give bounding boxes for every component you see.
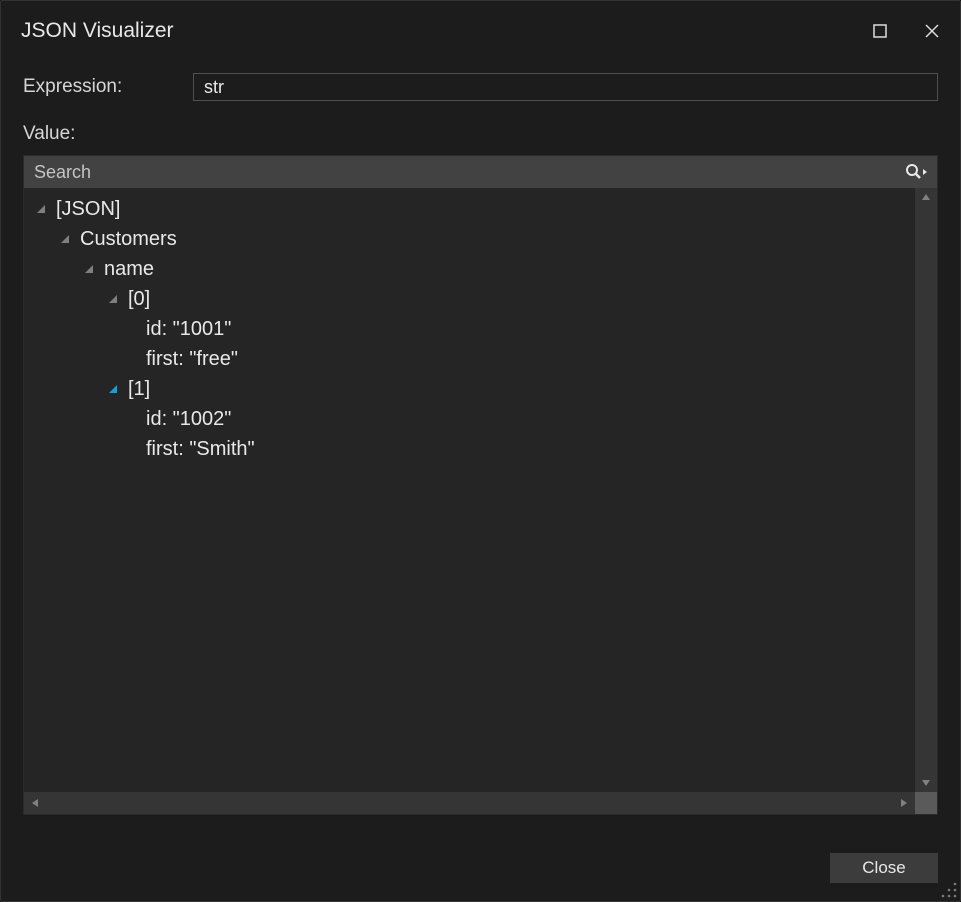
tree-node-root[interactable]: [JSON]	[34, 194, 915, 224]
tree-leaf[interactable]: id: "1001"	[34, 314, 915, 344]
window-controls	[868, 19, 944, 43]
close-window-button[interactable]	[920, 19, 944, 43]
search-button[interactable]	[897, 156, 937, 188]
vertical-scrollbar[interactable]	[915, 188, 937, 792]
bottom-scroll-row	[24, 792, 937, 814]
tree-leaf[interactable]: id: "1002"	[34, 404, 915, 434]
tree-leaf-label: id: "1001"	[146, 318, 231, 341]
expand-toggle[interactable]	[82, 262, 96, 276]
tree-node-label: Customers	[80, 228, 177, 251]
scroll-down-button[interactable]	[915, 774, 937, 792]
scroll-up-button[interactable]	[915, 188, 937, 206]
tree-leaf-label: first: "free"	[146, 348, 238, 371]
title-bar: JSON Visualizer	[1, 1, 960, 61]
resize-grip[interactable]	[940, 881, 958, 899]
expression-row: Expression:	[23, 73, 938, 101]
content-area: Expression: Value: [	[1, 61, 960, 835]
value-panel: [JSON] Customers name [0]	[23, 155, 938, 815]
tree-node-customers[interactable]: Customers	[34, 224, 915, 254]
expression-input[interactable]	[193, 73, 938, 101]
tree-leaf[interactable]: first: "Smith"	[34, 434, 915, 464]
value-label: Value:	[23, 123, 938, 145]
close-button[interactable]: Close	[830, 853, 938, 883]
footer: Close	[1, 835, 960, 901]
scroll-left-button[interactable]	[24, 792, 46, 814]
tree-node-index-0[interactable]: [0]	[34, 284, 915, 314]
tree-node-label: [0]	[128, 288, 150, 311]
search-row	[24, 156, 937, 188]
tree-area: [JSON] Customers name [0]	[24, 188, 937, 792]
tree-leaf-label: first: "Smith"	[146, 438, 255, 461]
expression-label: Expression:	[23, 76, 193, 98]
expand-toggle[interactable]	[106, 292, 120, 306]
maximize-button[interactable]	[868, 19, 892, 43]
tree-node-label: name	[104, 258, 154, 281]
tree-leaf[interactable]: first: "free"	[34, 344, 915, 374]
close-icon	[924, 23, 940, 39]
tree-node-index-1[interactable]: [1]	[34, 374, 915, 404]
tree-node-label: [JSON]	[56, 198, 120, 221]
horizontal-scrollbar[interactable]	[24, 792, 915, 814]
tree-node-label: [1]	[128, 378, 150, 401]
tree-leaf-label: id: "1002"	[146, 408, 231, 431]
expand-toggle[interactable]	[34, 202, 48, 216]
json-visualizer-window: JSON Visualizer Expression: Value:	[0, 0, 961, 902]
maximize-icon	[873, 24, 887, 38]
search-input[interactable]	[24, 156, 897, 188]
scroll-right-button[interactable]	[893, 792, 915, 814]
window-title: JSON Visualizer	[21, 19, 174, 43]
resize-grip-icon	[940, 881, 958, 899]
expand-toggle[interactable]	[106, 382, 120, 396]
tree-viewport[interactable]: [JSON] Customers name [0]	[24, 188, 915, 792]
scroll-corner	[915, 792, 937, 814]
search-icon	[905, 163, 929, 181]
tree-node-name[interactable]: name	[34, 254, 915, 284]
expand-toggle[interactable]	[58, 232, 72, 246]
